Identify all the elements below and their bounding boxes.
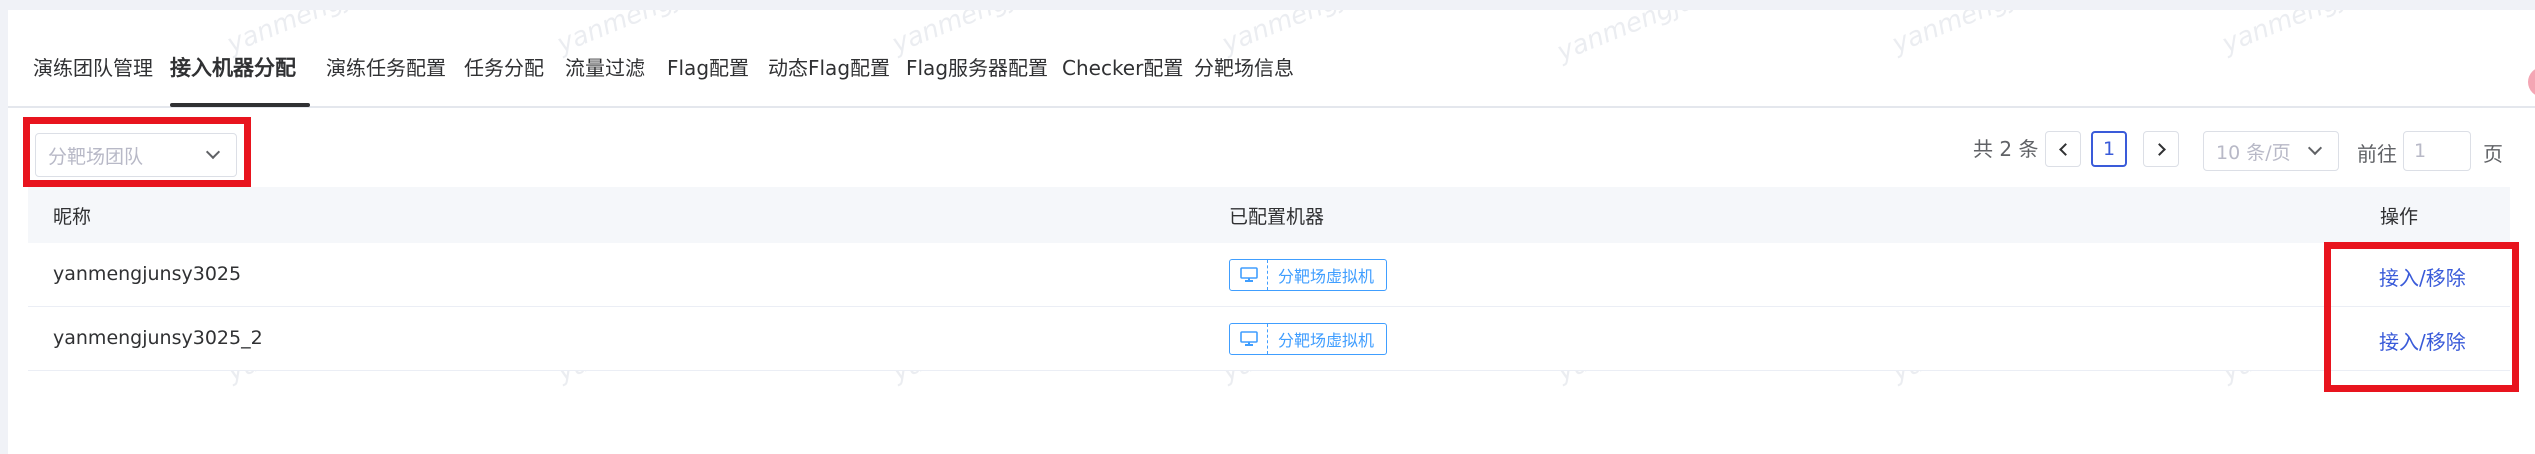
header-configured-machines: 已配置机器 [1229, 206, 1325, 228]
goto-page-value: 1 [2414, 140, 2427, 162]
tab-flag-config[interactable]: Flag配置 [667, 52, 749, 81]
active-tab-indicator [170, 103, 310, 107]
machine-tag-label: 分靶场虚拟机 [1278, 331, 1375, 350]
table-row: yanmengjunsy3025_2 分靶场虚拟机 接入/移除 [28, 307, 2510, 371]
row-nickname: yanmengjunsy3025_2 [53, 327, 263, 349]
tab-task-config[interactable]: 演练任务配置 [326, 52, 446, 81]
tab-task-assign[interactable]: 任务分配 [464, 52, 544, 81]
team-filter-placeholder: 分靶场团队 [48, 145, 144, 168]
chevron-right-icon [2152, 142, 2166, 156]
team-filter-select[interactable]: 分靶场团队 [35, 133, 237, 177]
pagination-total: 共 2 条 [1973, 137, 2039, 161]
page-size-value: 10 条/页 [2216, 141, 2291, 164]
page-container: yanmengjui yanmengjui yanmengjui yanmeng… [8, 10, 2535, 454]
tab-machine-allocation[interactable]: 接入机器分配 [170, 52, 296, 82]
row-nickname: yanmengjunsy3025 [53, 263, 242, 285]
table-header: 昵称 已配置机器 操作 [28, 187, 2510, 243]
tab-bar: 演练团队管理 接入机器分配 演练任务配置 任务分配 流量过滤 Flag配置 动态… [8, 10, 2535, 108]
highlight-box-actions [2324, 242, 2519, 392]
chevron-down-icon [2307, 140, 2323, 156]
goto-label: 前往 [2357, 142, 2397, 166]
page-size-select[interactable]: 10 条/页 [2203, 131, 2339, 171]
chevron-down-icon [205, 144, 221, 160]
page-number-current[interactable]: 1 [2091, 131, 2127, 167]
page-suffix: 页 [2483, 142, 2503, 166]
prev-page-button[interactable] [2045, 131, 2081, 167]
next-page-button[interactable] [2143, 131, 2179, 167]
tab-dynamic-flag-config[interactable]: 动态Flag配置 [768, 52, 890, 81]
tab-traffic-filter[interactable]: 流量过滤 [565, 52, 645, 81]
tab-team-management[interactable]: 演练团队管理 [33, 52, 153, 81]
tab-checker-config[interactable]: Checker配置 [1062, 52, 1183, 81]
header-nickname: 昵称 [53, 206, 92, 228]
monitor-icon [1230, 324, 1268, 354]
machine-tag[interactable]: 分靶场虚拟机 [1229, 259, 1387, 291]
tab-range-info[interactable]: 分靶场信息 [1194, 52, 1294, 81]
goto-page-input[interactable]: 1 [2403, 131, 2471, 171]
machine-tag-label: 分靶场虚拟机 [1278, 267, 1375, 286]
header-actions: 操作 [2380, 206, 2419, 228]
table-row: yanmengjunsy3025 分靶场虚拟机 接入/移除 [28, 243, 2510, 307]
chevron-left-icon [2058, 142, 2072, 156]
monitor-icon [1230, 260, 1268, 290]
machine-tag[interactable]: 分靶场虚拟机 [1229, 323, 1387, 355]
tab-flag-server-config[interactable]: Flag服务器配置 [906, 52, 1048, 81]
